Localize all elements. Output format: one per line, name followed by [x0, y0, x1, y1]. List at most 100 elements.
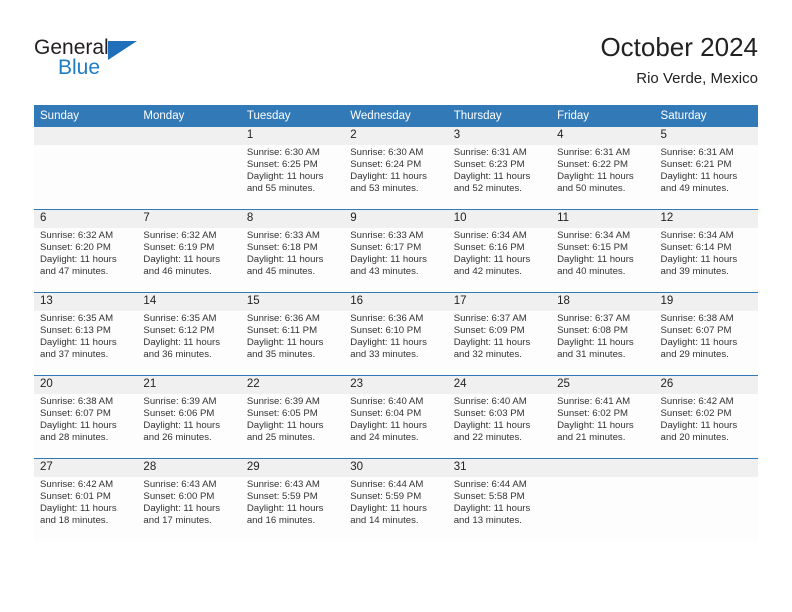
day-daylight-line: Daylight: 11 hours [557, 171, 634, 183]
day-number[interactable]: 28 [137, 459, 241, 477]
day-cell[interactable]: Sunrise: 6:40 AM Sunset: 6:04 PM Daylight:… [344, 394, 448, 458]
week-info-row: Sunrise: 6:42 AM Sunset: 6:01 PM Daylight:… [34, 477, 758, 541]
day-number[interactable]: 8 [240, 210, 345, 228]
day-cell[interactable]: Sunrise: 6:43 AM Sunset: 5:59 PM Daylight:… [240, 477, 345, 541]
day-cell[interactable]: Sunrise: 6:44 AM Sunset: 5:59 PM Daylight:… [344, 477, 448, 541]
day-daylight-line: and 32 minutes. [453, 349, 522, 361]
day-daylight-line: Daylight: 11 hours [350, 503, 427, 515]
day-cell[interactable]: Sunrise: 6:38 AM Sunset: 6:07 PM Daylight:… [34, 394, 138, 458]
day-daylight-line: Daylight: 11 hours [350, 171, 427, 183]
day-number[interactable]: 21 [137, 376, 241, 394]
day-cell[interactable]: Sunrise: 6:32 AM Sunset: 6:20 PM Daylight:… [34, 228, 138, 292]
day-number[interactable]: 11 [551, 210, 655, 228]
day-number[interactable]: 13 [34, 293, 138, 311]
day-sunrise-line: Sunrise: 6:35 AM [40, 313, 114, 324]
day-cell[interactable]: Sunrise: 6:35 AM Sunset: 6:13 PM Daylight:… [34, 311, 138, 375]
day-daylight-line: and 42 minutes. [453, 266, 522, 278]
day-cell[interactable]: Sunrise: 6:38 AM Sunset: 6:07 PM Daylight:… [654, 311, 758, 375]
day-sunset-line: Sunset: 5:58 PM [453, 491, 525, 503]
day-cell[interactable]: Sunrise: 6:42 AM Sunset: 6:02 PM Daylight:… [654, 394, 758, 458]
day-cell[interactable]: Sunrise: 6:30 AM Sunset: 6:24 PM Daylight:… [344, 145, 448, 209]
day-daylight-line: and 33 minutes. [350, 349, 419, 361]
day-sunset-line: Sunset: 6:12 PM [143, 325, 215, 337]
week-daynumber-row: 12345 [34, 127, 758, 145]
day-sunrise-line: Sunrise: 6:31 AM [660, 147, 734, 158]
day-number[interactable]: 5 [654, 127, 758, 145]
day-number[interactable]: 15 [240, 293, 345, 311]
day-number-empty [137, 127, 241, 145]
day-cell[interactable]: Sunrise: 6:31 AM Sunset: 6:22 PM Daylight:… [551, 145, 655, 209]
day-cell[interactable]: Sunrise: 6:33 AM Sunset: 6:18 PM Daylight:… [240, 228, 345, 292]
day-cell[interactable]: Sunrise: 6:40 AM Sunset: 6:03 PM Daylight:… [447, 394, 552, 458]
day-number[interactable]: 12 [654, 210, 758, 228]
day-number[interactable]: 29 [240, 459, 345, 477]
day-number[interactable]: 3 [447, 127, 552, 145]
day-cell[interactable]: Sunrise: 6:32 AM Sunset: 6:19 PM Daylight:… [137, 228, 241, 292]
day-cell[interactable]: Sunrise: 6:34 AM Sunset: 6:14 PM Daylight:… [654, 228, 758, 292]
day-cell[interactable]: Sunrise: 6:33 AM Sunset: 6:17 PM Daylight:… [344, 228, 448, 292]
day-daylight-line: and 39 minutes. [660, 266, 729, 278]
day-cell[interactable]: Sunrise: 6:36 AM Sunset: 6:11 PM Daylight:… [240, 311, 345, 375]
day-number[interactable]: 23 [344, 376, 448, 394]
day-cell[interactable]: Sunrise: 6:41 AM Sunset: 6:02 PM Daylight:… [551, 394, 655, 458]
day-cell[interactable]: Sunrise: 6:35 AM Sunset: 6:12 PM Daylight:… [137, 311, 241, 375]
day-cell[interactable]: Sunrise: 6:31 AM Sunset: 6:23 PM Daylight:… [447, 145, 552, 209]
day-number[interactable]: 10 [447, 210, 552, 228]
day-number[interactable]: 26 [654, 376, 758, 394]
day-number[interactable]: 25 [551, 376, 655, 394]
day-daylight-line: and 21 minutes. [557, 432, 626, 444]
day-cell[interactable]: Sunrise: 6:37 AM Sunset: 6:09 PM Daylight:… [447, 311, 552, 375]
day-number[interactable]: 16 [344, 293, 448, 311]
title-block: October 2024 Rio Verde, Mexico [600, 30, 758, 90]
day-cell[interactable]: Sunrise: 6:37 AM Sunset: 6:08 PM Daylight:… [551, 311, 655, 375]
day-number[interactable]: 17 [447, 293, 552, 311]
day-cell[interactable]: Sunrise: 6:34 AM Sunset: 6:16 PM Daylight:… [447, 228, 552, 292]
day-number[interactable]: 7 [137, 210, 241, 228]
day-number[interactable]: 19 [654, 293, 758, 311]
day-sunset-line: Sunset: 6:10 PM [350, 325, 422, 337]
day-number[interactable]: 18 [551, 293, 655, 311]
day-number[interactable]: 30 [344, 459, 448, 477]
day-cell[interactable]: Sunrise: 6:42 AM Sunset: 6:01 PM Daylight:… [34, 477, 138, 541]
page-title: October 2024 [600, 32, 758, 62]
day-cell[interactable]: Sunrise: 6:31 AM Sunset: 6:21 PM Daylight:… [654, 145, 758, 209]
day-sunset-line: Sunset: 6:00 PM [143, 491, 215, 503]
day-cell[interactable]: Sunrise: 6:39 AM Sunset: 6:06 PM Daylight:… [137, 394, 241, 458]
day-number[interactable]: 1 [240, 127, 345, 145]
day-daylight-line: Daylight: 11 hours [350, 420, 427, 432]
day-number[interactable]: 4 [551, 127, 655, 145]
day-number[interactable]: 22 [240, 376, 345, 394]
day-daylight-line: and 26 minutes. [143, 432, 212, 444]
week-daynumber-row: 20 21 22 23 24 25 26 [34, 376, 758, 394]
day-daylight-line: Daylight: 11 hours [660, 337, 738, 349]
day-number[interactable]: 6 [34, 210, 138, 228]
day-daylight-line: Daylight: 11 hours [246, 337, 324, 349]
day-cell[interactable]: Sunrise: 6:34 AM Sunset: 6:15 PM Daylight:… [551, 228, 655, 292]
day-number[interactable]: 9 [344, 210, 448, 228]
day-sunrise-line: Sunrise: 6:39 AM [246, 396, 320, 407]
day-number[interactable]: 24 [447, 376, 552, 394]
day-cell[interactable]: Sunrise: 6:30 AM Sunset: 6:25 PM Daylight:… [240, 145, 345, 209]
day-sunrise-line: Sunrise: 6:44 AM [350, 479, 424, 490]
day-sunrise-line: Sunrise: 6:44 AM [453, 479, 527, 490]
day-cell[interactable]: Sunrise: 6:39 AM Sunset: 6:05 PM Daylight:… [240, 394, 345, 458]
day-sunrise-line: Sunrise: 6:40 AM [453, 396, 527, 407]
day-cell[interactable]: Sunrise: 6:44 AM Sunset: 5:58 PM Daylight:… [447, 477, 552, 541]
day-cell[interactable]: Sunrise: 6:36 AM Sunset: 6:10 PM Daylight:… [344, 311, 448, 375]
day-number[interactable]: 2 [344, 127, 448, 145]
day-number[interactable]: 31 [447, 459, 552, 477]
general-blue-logo[interactable]: General Blue [34, 36, 204, 90]
day-number-empty [551, 459, 655, 477]
day-daylight-line: and 25 minutes. [246, 432, 316, 444]
day-daylight-line: and 46 minutes. [143, 266, 212, 278]
day-daylight-line: and 13 minutes. [453, 515, 522, 527]
week-info-row: Sunrise: 6:35 AM Sunset: 6:13 PM Daylight:… [34, 311, 758, 375]
day-sunset-line: Sunset: 6:15 PM [557, 242, 629, 254]
day-number[interactable]: 20 [34, 376, 138, 394]
day-daylight-line: and 49 minutes. [660, 183, 729, 195]
day-number[interactable]: 14 [137, 293, 241, 311]
day-daylight-line: Daylight: 11 hours [660, 254, 738, 266]
day-cell[interactable]: Sunrise: 6:43 AM Sunset: 6:00 PM Daylight:… [137, 477, 241, 541]
day-sunrise-line: Sunrise: 6:30 AM [246, 147, 320, 158]
day-number[interactable]: 27 [34, 459, 138, 477]
